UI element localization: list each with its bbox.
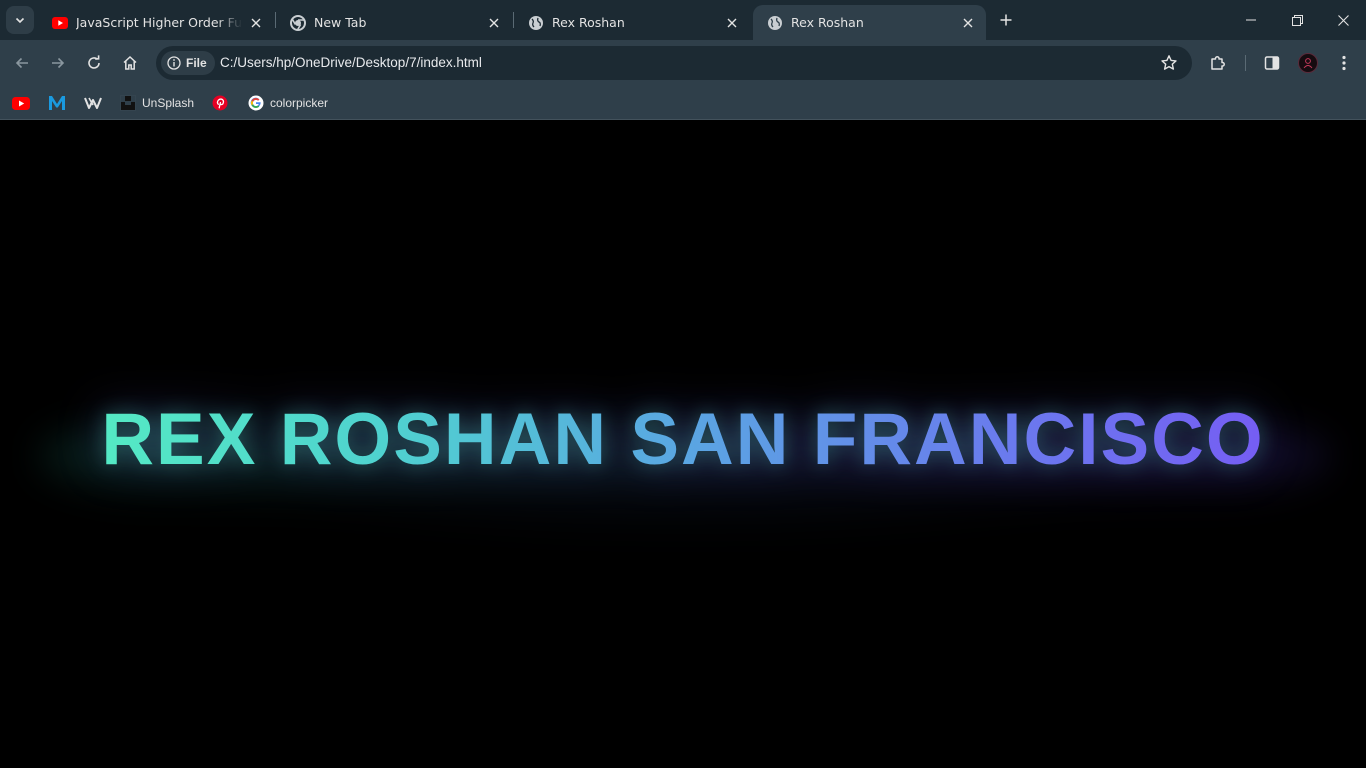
tab-title: Rex Roshan xyxy=(552,15,625,30)
tab-new-tab[interactable]: New Tab xyxy=(276,5,512,40)
menu-button[interactable] xyxy=(1330,49,1358,77)
puzzle-icon xyxy=(1211,56,1225,70)
tab-title: JavaScript Higher Order Functio xyxy=(76,15,242,30)
profile-icon xyxy=(1303,58,1313,69)
bookmark-colorpicker[interactable]: colorpicker xyxy=(244,91,332,115)
youtube-icon xyxy=(52,15,68,31)
close-icon xyxy=(1337,14,1349,26)
address-bar[interactable]: File C:/Users/hp/OneDrive/Desktop/7/inde… xyxy=(156,46,1192,80)
globe-icon xyxy=(528,15,544,31)
tab-rex-roshan[interactable]: Rex Roshan xyxy=(514,5,750,40)
tab-title: New Tab xyxy=(314,15,367,30)
bookmark-webflow[interactable] xyxy=(80,91,106,115)
bookmark-youtube[interactable] xyxy=(8,91,34,115)
bookmark-medium[interactable] xyxy=(44,91,70,115)
youtube-icon xyxy=(12,96,30,110)
tab-rex-roshan-active[interactable]: Rex Roshan xyxy=(753,5,986,40)
restore-icon xyxy=(1291,14,1303,26)
bookmark-label: UnSplash xyxy=(142,96,195,110)
profile-avatar[interactable] xyxy=(1298,53,1318,73)
restore-button[interactable] xyxy=(1274,0,1320,40)
arrow-right-icon xyxy=(52,57,65,69)
page-heading: REX ROSHAN SAN FRANCISCO xyxy=(0,403,1366,476)
arrow-left-icon xyxy=(15,57,28,69)
bookmark-unsplash[interactable]: UnSplash xyxy=(116,91,198,115)
extensions-button[interactable] xyxy=(1204,49,1232,77)
site-info-label: File xyxy=(186,56,207,70)
browser-toolbar: File C:/Users/hp/OneDrive/Desktop/7/inde… xyxy=(0,40,1366,86)
reload-button[interactable] xyxy=(80,49,108,77)
close-tab-icon[interactable] xyxy=(486,15,502,31)
plus-icon xyxy=(1000,14,1012,26)
bookmark-star-icon[interactable] xyxy=(1160,54,1178,72)
new-tab-button[interactable] xyxy=(994,8,1018,32)
close-window-button[interactable] xyxy=(1320,0,1366,40)
home-button[interactable] xyxy=(116,49,144,77)
back-button[interactable] xyxy=(8,49,36,77)
google-icon xyxy=(248,95,264,111)
unsplash-icon xyxy=(120,95,136,111)
tab-strip: JavaScript Higher Order Functio New Tab … xyxy=(0,0,1366,40)
tab-title: Rex Roshan xyxy=(791,15,864,30)
kebab-menu-icon xyxy=(1342,55,1346,71)
minimize-button[interactable] xyxy=(1228,0,1274,40)
globe-icon xyxy=(767,15,783,31)
pinterest-icon xyxy=(212,95,228,111)
reload-icon xyxy=(88,55,100,69)
side-panel-button[interactable] xyxy=(1258,49,1286,77)
medium-m-icon xyxy=(49,96,65,110)
toolbar-divider xyxy=(1245,55,1246,71)
tab-search-button[interactable] xyxy=(6,6,34,34)
bookmark-pinterest[interactable] xyxy=(208,91,232,115)
info-icon xyxy=(167,56,181,70)
close-tab-icon[interactable] xyxy=(960,15,976,31)
forward-button[interactable] xyxy=(44,49,72,77)
webflow-icon xyxy=(84,97,102,109)
bookmark-label: colorpicker xyxy=(270,96,329,110)
site-info-chip[interactable]: File xyxy=(161,51,215,75)
bookmarks-bar: UnSplash colorpicker xyxy=(0,86,1366,120)
chrome-icon xyxy=(290,14,306,31)
page-viewport: REX ROSHAN SAN FRANCISCO xyxy=(0,121,1366,768)
minimize-icon xyxy=(1246,19,1256,21)
home-icon xyxy=(123,55,137,70)
chevron-down-icon xyxy=(15,17,25,24)
close-tab-icon[interactable] xyxy=(724,15,740,31)
side-panel-icon xyxy=(1264,56,1280,70)
url-text[interactable]: C:/Users/hp/OneDrive/Desktop/7/index.htm… xyxy=(220,55,482,70)
tab-youtube[interactable]: JavaScript Higher Order Functio xyxy=(38,5,274,40)
close-tab-icon[interactable] xyxy=(248,15,264,31)
